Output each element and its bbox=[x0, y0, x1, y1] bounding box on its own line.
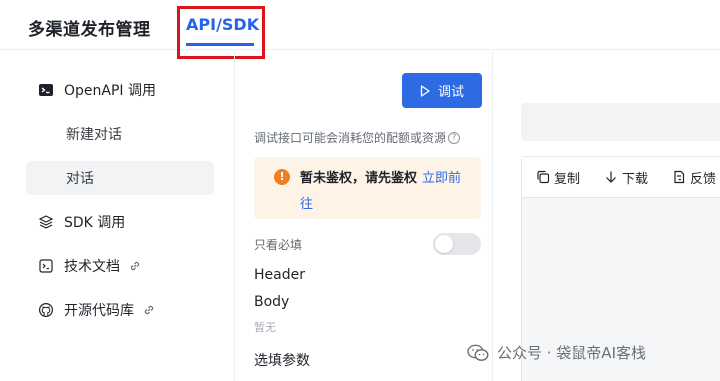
feedback-button[interactable]: 反馈 bbox=[672, 168, 716, 187]
terminal-doc-icon bbox=[38, 258, 54, 274]
download-label: 下载 bbox=[622, 171, 649, 187]
required-only-toggle[interactable] bbox=[433, 233, 481, 255]
link-icon bbox=[142, 303, 156, 317]
feedback-icon bbox=[674, 170, 685, 184]
auth-alert: ! 暂未鉴权，请先鉴权 立即前 往 bbox=[254, 157, 481, 219]
sidebar-item-docs[interactable]: 技术文档 bbox=[26, 249, 214, 283]
sidebar-item-openapi[interactable]: OpenAPI 调用 bbox=[26, 73, 214, 107]
sidebar-item-chat[interactable]: 对话 bbox=[26, 161, 214, 195]
required-only-label: 只看必填 bbox=[254, 238, 303, 252]
sidebar-item-repo[interactable]: 开源代码库 bbox=[26, 293, 214, 327]
warning-icon: ! bbox=[274, 169, 290, 185]
response-toolbar: 复制 下载 反馈 bbox=[522, 157, 720, 198]
sidebar-item-label: 新建对话 bbox=[66, 127, 122, 143]
quota-notice-text: 调试接口可能会消耗您的配额或资源 bbox=[254, 131, 447, 145]
sidebar-item-label: 对话 bbox=[66, 171, 94, 187]
play-icon bbox=[420, 84, 430, 97]
wechat-watermark: 公众号 · 袋鼠帝AI客栈 bbox=[467, 342, 646, 363]
help-icon[interactable]: ? bbox=[448, 131, 461, 144]
download-icon bbox=[606, 171, 616, 183]
sidebar-item-new-chat[interactable]: 新建对话 bbox=[26, 117, 214, 151]
body-empty-text: 暂无 bbox=[254, 321, 276, 334]
section-body[interactable]: Body bbox=[254, 294, 289, 310]
sidebar: OpenAPI 调用 新建对话 对话 SDK 调用 技术文档 开源代码库 bbox=[0, 51, 235, 381]
sidebar-item-label: 开源代码库 bbox=[64, 303, 134, 319]
debug-button[interactable]: 调试 bbox=[402, 73, 482, 108]
sidebar-item-label: 技术文档 bbox=[64, 259, 120, 275]
copy-label: 复制 bbox=[554, 171, 581, 187]
page-title: 多渠道发布管理 bbox=[28, 20, 151, 40]
section-optional-params[interactable]: 选填参数 bbox=[254, 350, 310, 370]
quota-notice: 调试接口可能会消耗您的配额或资源 ? bbox=[254, 129, 461, 146]
toggle-knob bbox=[435, 235, 453, 253]
wechat-icon bbox=[467, 344, 489, 361]
terminal-icon bbox=[38, 82, 54, 98]
download-button[interactable]: 下载 bbox=[604, 168, 648, 187]
layers-icon bbox=[38, 214, 54, 230]
go-auth-link-cont[interactable]: 往 bbox=[300, 193, 313, 212]
sidebar-item-label: SDK 调用 bbox=[64, 215, 126, 231]
top-header: 多渠道发布管理 API/SDK bbox=[0, 0, 720, 59]
watermark-text: 公众号 · 袋鼠帝AI客栈 bbox=[497, 344, 646, 362]
url-bar bbox=[521, 103, 720, 141]
debug-button-label: 调试 bbox=[437, 85, 464, 100]
github-icon bbox=[38, 302, 54, 318]
sidebar-item-label: OpenAPI 调用 bbox=[64, 83, 156, 99]
link-icon bbox=[128, 259, 142, 273]
sidebar-item-sdk[interactable]: SDK 调用 bbox=[26, 205, 214, 239]
request-panel: 调试 调试接口可能会消耗您的配额或资源 ? ! 暂未鉴权，请先鉴权 立即前 往 … bbox=[236, 51, 493, 381]
response-panel: 复制 下载 反馈 bbox=[494, 51, 720, 381]
section-header[interactable]: Header bbox=[254, 267, 305, 283]
auth-alert-message: 暂未鉴权，请先鉴权 bbox=[300, 171, 418, 186]
go-auth-link[interactable]: 立即前 bbox=[422, 167, 461, 186]
copy-icon bbox=[537, 170, 550, 184]
feedback-label: 反馈 bbox=[690, 171, 717, 187]
copy-button[interactable]: 复制 bbox=[536, 168, 580, 187]
